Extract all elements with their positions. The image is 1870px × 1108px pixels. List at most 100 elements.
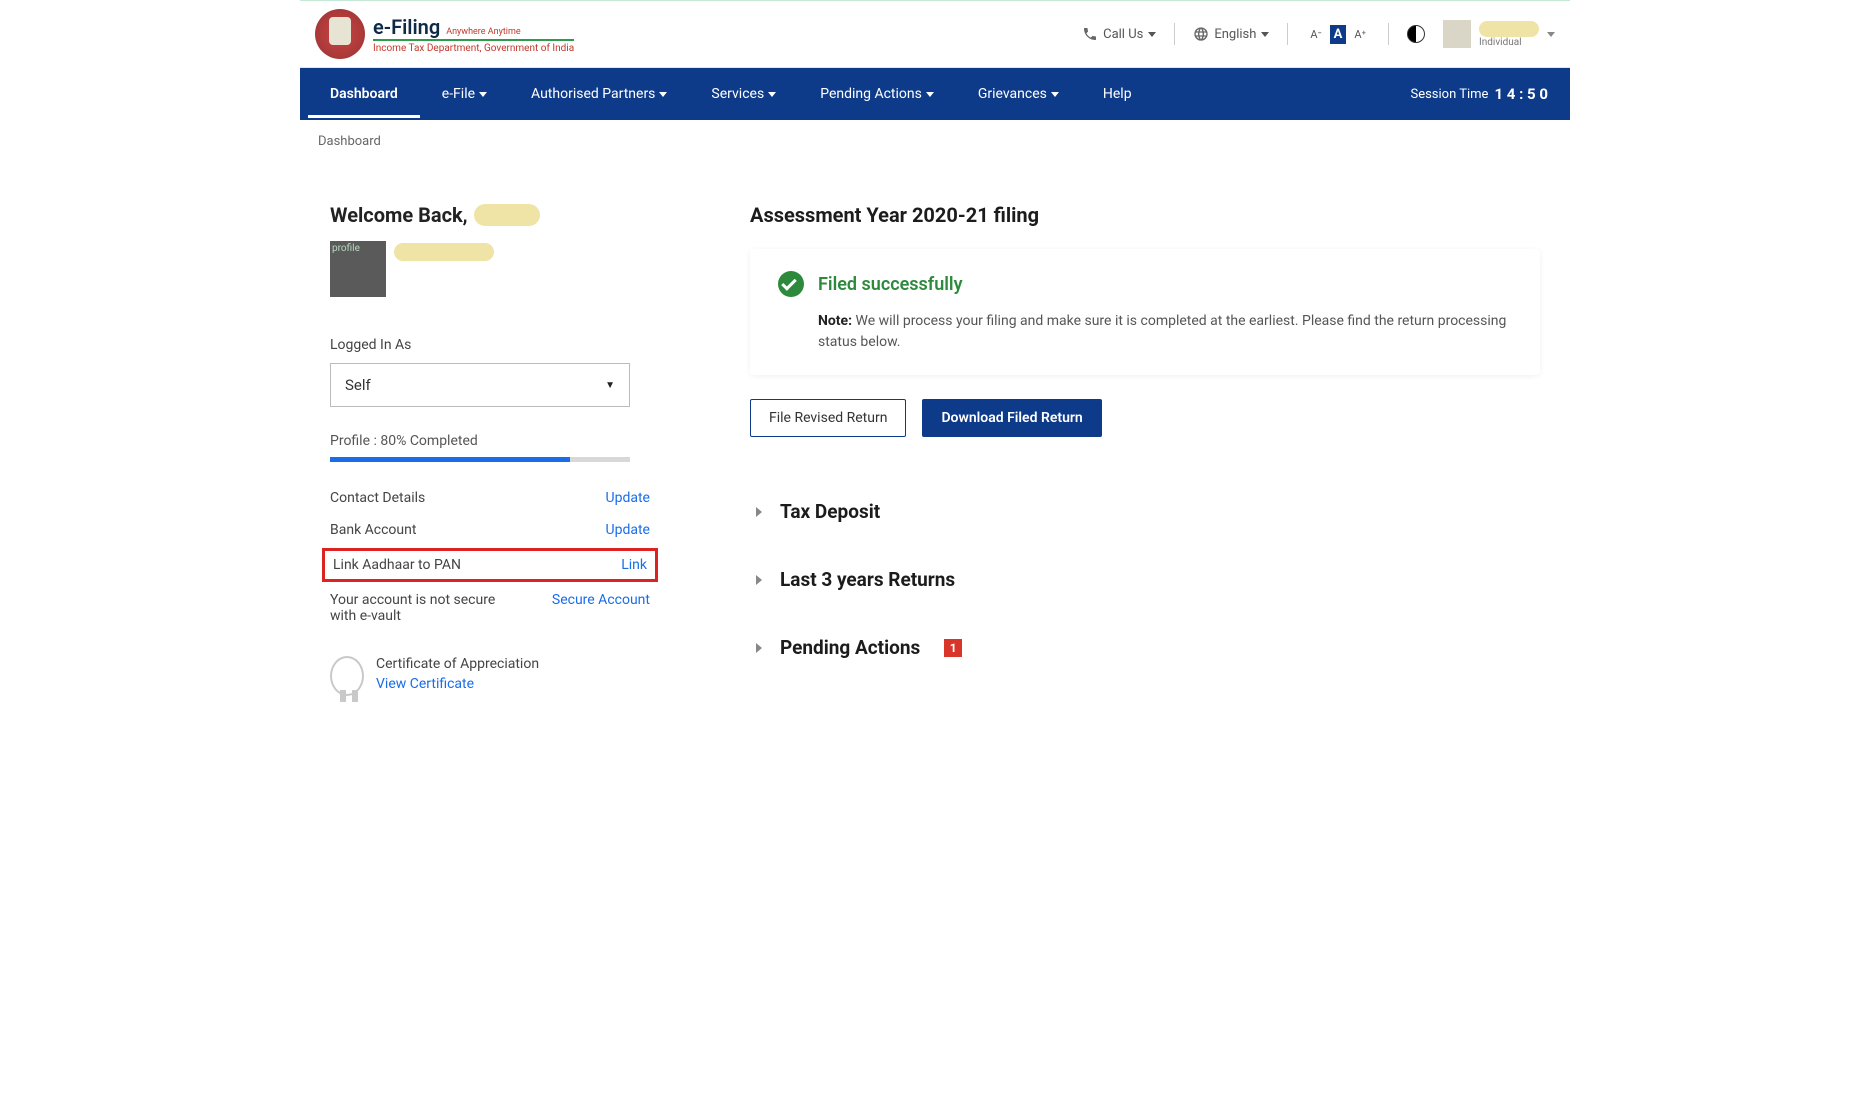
detail-label: Your account is not secure with e-vault xyxy=(330,592,510,624)
profile-picture: profile xyxy=(330,241,386,297)
chevron-right-icon xyxy=(756,575,762,585)
download-filed-return-button[interactable]: Download Filed Return xyxy=(922,399,1101,437)
profile-alt-text: profile xyxy=(332,243,360,254)
call-us-label: Call Us xyxy=(1103,27,1143,42)
view-certificate-link[interactable]: View Certificate xyxy=(376,676,539,692)
chevron-down-icon xyxy=(926,92,934,97)
session-digits: 1 4 : 5 0 xyxy=(1494,85,1548,103)
font-large-button[interactable]: A⁺ xyxy=(1350,26,1370,43)
nav-services[interactable]: Services xyxy=(689,70,798,118)
logo-subtitle: Income Tax Department, Government of Ind… xyxy=(373,39,574,54)
logo-tagline: Anywhere Anytime xyxy=(446,27,520,37)
nav-grievances[interactable]: Grievances xyxy=(956,70,1081,118)
page-title: Assessment Year 2020-21 filing xyxy=(750,203,1540,227)
main-nav: Dashboard e-File Authorised Partners Ser… xyxy=(300,68,1570,120)
user-name-redacted xyxy=(474,204,540,226)
chevron-down-icon xyxy=(768,92,776,97)
breadcrumb: Dashboard xyxy=(300,120,1570,163)
chevron-down-icon xyxy=(1261,32,1269,37)
detail-row-aadhaar-highlighted: Link Aadhaar to PAN Link xyxy=(322,548,658,582)
accordion-pending-actions[interactable]: Pending Actions 1 xyxy=(750,613,1540,681)
certificate-label: Certificate of Appreciation xyxy=(376,656,539,672)
nav-efile[interactable]: e-File xyxy=(420,70,509,118)
status-title: Filed successfully xyxy=(818,274,963,295)
progress-bar xyxy=(330,457,630,462)
nav-label: Help xyxy=(1103,86,1132,102)
detail-row-evault: Your account is not secure with e-vault … xyxy=(330,584,650,632)
language-label: English xyxy=(1214,27,1256,42)
logo-title: e-Filing xyxy=(373,15,440,39)
logo-block: e-Filing Anywhere Anytime Income Tax Dep… xyxy=(315,9,574,59)
detail-label: Link Aadhaar to PAN xyxy=(333,557,461,573)
file-revised-return-button[interactable]: File Revised Return xyxy=(750,399,906,437)
chevron-down-icon xyxy=(1148,32,1156,37)
profile-label: Profile : xyxy=(330,433,377,449)
chevron-down-icon xyxy=(1051,92,1059,97)
update-contact-link[interactable]: Update xyxy=(606,490,650,506)
nav-label: e-File xyxy=(442,86,475,102)
accordion-last-3-years[interactable]: Last 3 years Returns xyxy=(750,545,1540,613)
update-bank-link[interactable]: Update xyxy=(606,522,650,538)
contrast-toggle-icon[interactable] xyxy=(1407,25,1425,43)
divider xyxy=(1174,23,1175,45)
note-text: We will process your filing and make sur… xyxy=(818,313,1506,350)
detail-label: Contact Details xyxy=(330,490,425,506)
detail-row-bank: Bank Account Update xyxy=(330,514,650,546)
accordion-title: Pending Actions xyxy=(780,636,920,659)
check-circle-icon xyxy=(778,271,804,297)
accordion-tax-deposit[interactable]: Tax Deposit xyxy=(750,477,1540,545)
progress-fill xyxy=(330,457,570,462)
nav-pending-actions[interactable]: Pending Actions xyxy=(798,70,956,118)
note-label: Note: xyxy=(818,313,852,329)
font-medium-button[interactable]: A xyxy=(1330,25,1347,44)
accordion-title: Last 3 years Returns xyxy=(780,568,955,591)
profile-completion: Profile : 80% Completed xyxy=(330,433,690,449)
nav-label: Authorised Partners xyxy=(531,86,655,102)
font-small-button[interactable]: A⁻ xyxy=(1306,26,1325,43)
top-header: e-Filing Anywhere Anytime Income Tax Dep… xyxy=(300,0,1570,68)
nav-label: Services xyxy=(711,86,764,102)
session-time: Session Time 1 4 : 5 0 xyxy=(1410,85,1562,103)
user-name-redacted xyxy=(1479,21,1539,37)
nav-label: Pending Actions xyxy=(820,86,922,102)
chevron-down-icon xyxy=(479,92,487,97)
divider xyxy=(1388,23,1389,45)
nav-authorised-partners[interactable]: Authorised Partners xyxy=(509,70,689,118)
nav-label: Dashboard xyxy=(330,86,398,102)
emblem-icon xyxy=(315,9,365,59)
welcome-prefix: Welcome Back, xyxy=(330,203,468,227)
detail-row-contact: Contact Details Update xyxy=(330,482,650,514)
select-value: Self xyxy=(345,376,371,394)
secure-account-link[interactable]: Secure Account xyxy=(552,592,650,608)
user-id-redacted xyxy=(394,243,494,261)
divider xyxy=(1287,23,1288,45)
chevron-down-icon xyxy=(659,92,667,97)
certificate-block: Certificate of Appreciation View Certifi… xyxy=(330,656,690,696)
font-size-controls: A⁻ A A⁺ xyxy=(1306,25,1370,44)
profile-percent: 80% Completed xyxy=(380,433,477,449)
user-role-label: Individual xyxy=(1479,37,1539,48)
logged-in-as-select[interactable]: Self ▼ xyxy=(330,363,630,407)
detail-label: Bank Account xyxy=(330,522,416,538)
nav-label: Grievances xyxy=(978,86,1047,102)
nav-help[interactable]: Help xyxy=(1081,70,1154,118)
globe-icon xyxy=(1193,26,1209,42)
language-selector[interactable]: English xyxy=(1193,26,1269,42)
chevron-down-icon xyxy=(1547,32,1555,37)
welcome-heading: Welcome Back, xyxy=(330,203,690,227)
filing-status-card: Filed successfully Note: We will process… xyxy=(750,249,1540,375)
session-label: Session Time xyxy=(1410,87,1488,102)
phone-icon xyxy=(1082,26,1098,42)
certificate-badge-icon xyxy=(330,656,364,696)
pending-count-badge: 1 xyxy=(944,639,962,657)
avatar xyxy=(1443,20,1471,48)
chevron-right-icon xyxy=(756,643,762,653)
logged-in-as-label: Logged In As xyxy=(330,337,690,353)
user-menu[interactable]: Individual xyxy=(1443,20,1555,48)
call-us-button[interactable]: Call Us xyxy=(1082,26,1156,42)
nav-dashboard[interactable]: Dashboard xyxy=(308,70,420,118)
link-aadhaar-link[interactable]: Link xyxy=(621,557,647,573)
chevron-right-icon xyxy=(756,507,762,517)
accordion-title: Tax Deposit xyxy=(780,500,880,523)
status-note: Note: We will process your filing and ma… xyxy=(818,311,1512,353)
